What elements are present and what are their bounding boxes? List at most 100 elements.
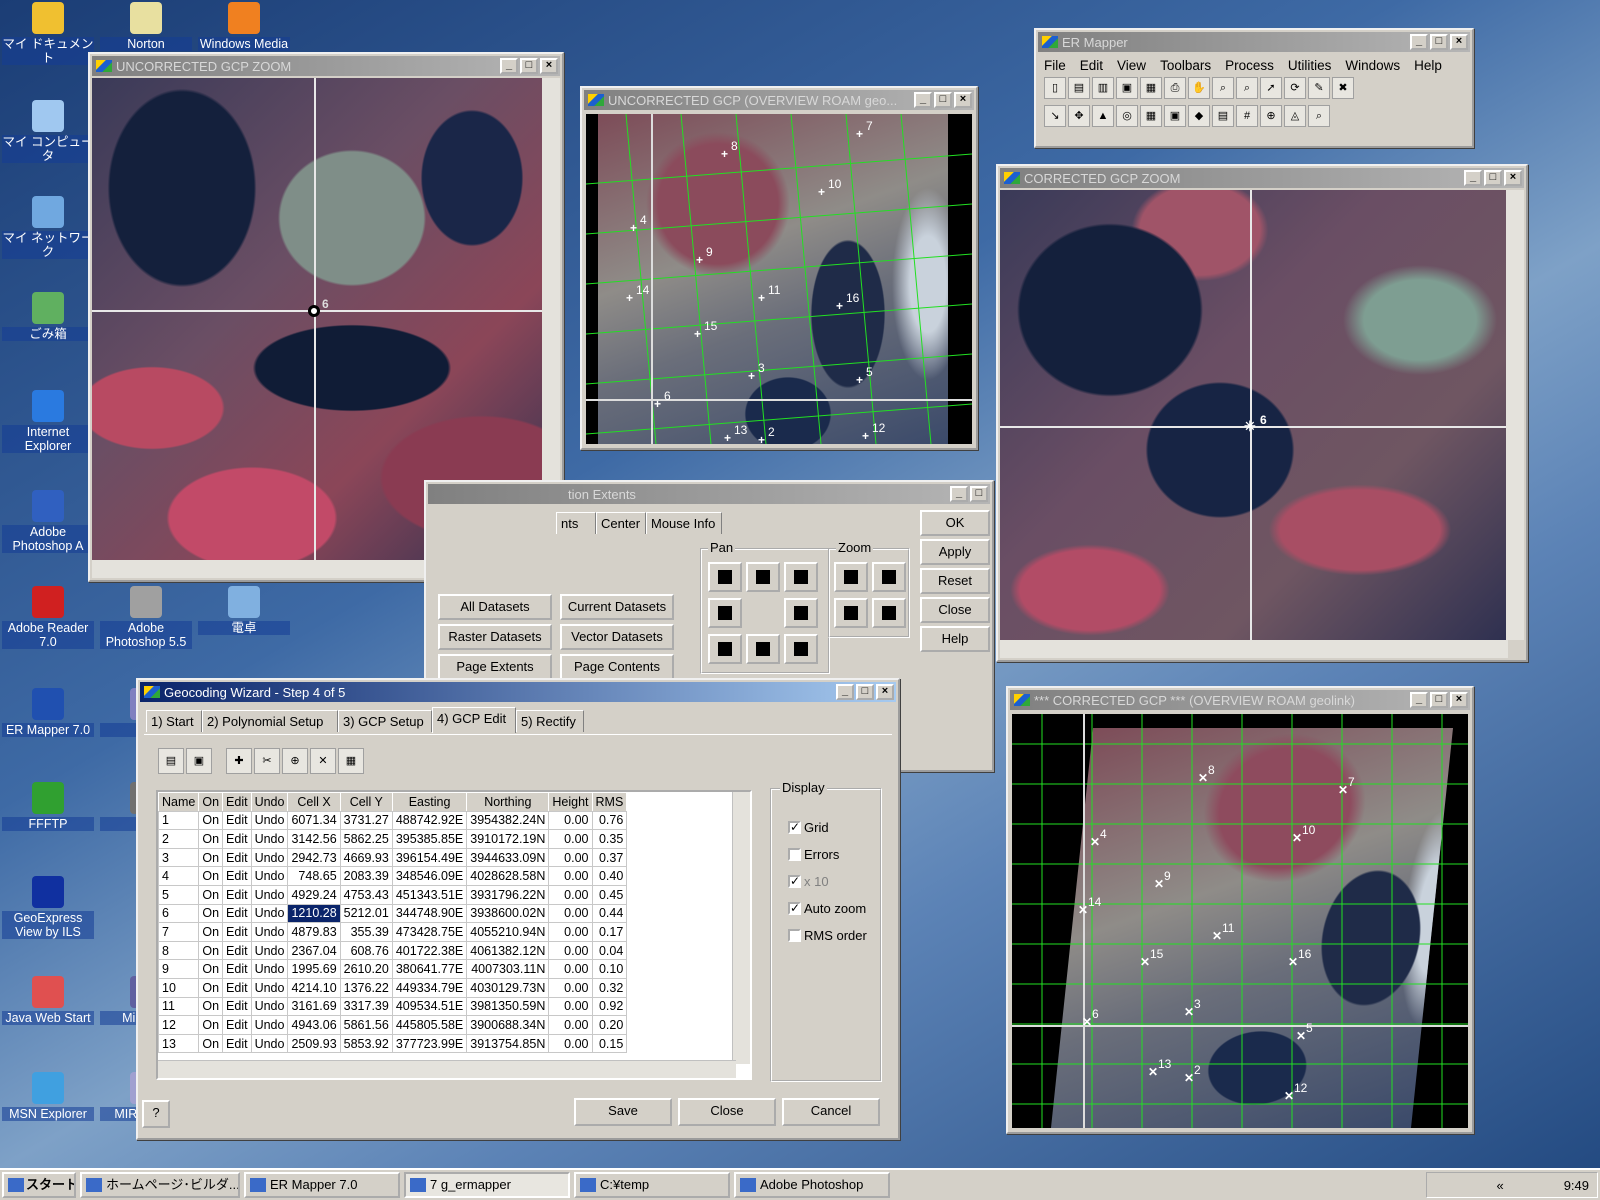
desktop-icon[interactable]: Adobe Photoshop 5.5: [100, 586, 192, 649]
toolbar-button[interactable]: ⌕: [1236, 77, 1258, 99]
column-header[interactable]: On: [198, 792, 224, 812]
table-cell[interactable]: 4214.10: [287, 977, 341, 998]
toolbar-button[interactable]: ⌕: [1308, 105, 1330, 127]
close-button[interactable]: ×: [1450, 692, 1468, 708]
table-row[interactable]: 5 On Edit Undo 4929.24 4753.43 451343.51E 39317…: [158, 884, 628, 905]
table-cell[interactable]: Undo: [250, 1033, 289, 1054]
maximize-button[interactable]: □: [856, 684, 874, 700]
taskbar-item[interactable]: C:¥temp: [574, 1172, 730, 1198]
desktop-icon[interactable]: ごみ箱: [2, 292, 94, 341]
table-cell[interactable]: 2509.93: [287, 1033, 341, 1054]
delete-gcp-icon[interactable]: ✂: [254, 748, 280, 774]
table-row[interactable]: 4 On Edit Undo 748.65 2083.39 348546.09E 402862…: [158, 866, 628, 886]
reset-button[interactable]: Reset: [920, 568, 990, 594]
table-row[interactable]: 6 On Edit Undo 1210.28 5212.01 344748.90E 39386…: [158, 903, 628, 924]
close-button[interactable]: Close: [920, 597, 990, 623]
minimize-button[interactable]: _: [500, 58, 518, 74]
table-cell[interactable]: Undo: [250, 884, 289, 905]
toolbar-button[interactable]: ⎙: [1164, 77, 1186, 99]
desktop-icon[interactable]: FFFTP: [2, 782, 94, 831]
minimize-button[interactable]: _: [1410, 34, 1428, 50]
gcp-marker[interactable]: +: [694, 328, 701, 340]
raster-datasets-button[interactable]: Raster Datasets: [438, 624, 552, 650]
zoom-fit-button[interactable]: [872, 598, 906, 628]
tab-center[interactable]: Center: [596, 512, 646, 534]
close-button[interactable]: ×: [954, 92, 972, 108]
vector-datasets-button[interactable]: Vector Datasets: [560, 624, 674, 650]
taskbar-item[interactable]: Adobe Photoshop: [734, 1172, 890, 1198]
table-cell[interactable]: On: [198, 847, 224, 868]
table-cell[interactable]: 355.39: [339, 922, 393, 942]
table-cell[interactable]: On: [198, 940, 224, 961]
table-cell[interactable]: 3161.69: [287, 996, 341, 1017]
gcp-marker[interactable]: +: [758, 434, 765, 444]
add-gcp-icon[interactable]: ✚: [226, 748, 252, 774]
tab-nts[interactable]: nts: [556, 512, 596, 534]
table-cell[interactable]: Edit: [222, 829, 252, 849]
table-row[interactable]: 2 On Edit Undo 3142.56 5862.25 395385.85E 39101…: [158, 829, 628, 849]
table-row[interactable]: 12 On Edit Undo 4943.06 5861.56 445805.58E 3900…: [158, 1015, 628, 1035]
table-cell[interactable]: 4669.93: [339, 847, 393, 868]
table-cell[interactable]: Edit: [222, 1015, 252, 1035]
gcp-marker[interactable]: +: [856, 374, 863, 386]
table-cell[interactable]: Undo: [250, 959, 289, 979]
toolbar-button[interactable]: ▦: [1140, 77, 1162, 99]
table-cell[interactable]: On: [198, 810, 224, 831]
table-cell[interactable]: Undo: [250, 940, 289, 961]
gcp-marker[interactable]: ✕: [1082, 1016, 1092, 1028]
close-button[interactable]: ×: [1504, 170, 1522, 186]
clear-icon[interactable]: ✕: [310, 748, 336, 774]
gcp-marker[interactable]: +: [748, 370, 755, 382]
table-cell[interactable]: On: [198, 922, 224, 942]
table-cell[interactable]: Edit: [222, 959, 252, 979]
table-cell[interactable]: Edit: [222, 922, 252, 942]
checkbox[interactable]: [788, 929, 801, 942]
wizard-tab-2[interactable]: 2) Polynomial Setup: [202, 710, 338, 732]
ermapper-main-window[interactable]: ER Mapper _ □ × File Edit View Toolbars Process…: [1034, 28, 1474, 148]
column-header[interactable]: Northing: [466, 792, 550, 812]
toolbar-button[interactable]: ◬: [1284, 105, 1306, 127]
vertical-scrollbar[interactable]: [1506, 190, 1524, 640]
pan-down-button[interactable]: [746, 634, 780, 664]
desktop-icon[interactable]: 電卓: [198, 586, 290, 635]
table-cell[interactable]: 1376.22: [339, 977, 393, 998]
desktop-icon[interactable]: マイ ネットワーク: [2, 196, 94, 259]
locate-gcp-icon[interactable]: ⊕: [282, 748, 308, 774]
table-cell[interactable]: Undo: [250, 847, 289, 868]
tab-mouse-info[interactable]: Mouse Info: [646, 512, 722, 534]
gcp-marker[interactable]: +: [630, 222, 637, 234]
toolbar-button[interactable]: ⊕: [1260, 105, 1282, 127]
gcp-marker[interactable]: ✕: [1078, 904, 1088, 916]
table-cell[interactable]: On: [198, 996, 224, 1017]
calculator-icon[interactable]: ▦: [338, 748, 364, 774]
table-cell[interactable]: 748.65: [287, 866, 341, 886]
page-extents-button[interactable]: Page Extents: [438, 654, 552, 680]
taskbar-item[interactable]: 7 g_ermapper: [404, 1172, 570, 1198]
pan-up-right-button[interactable]: [784, 562, 818, 592]
apply-button[interactable]: Apply: [920, 539, 990, 565]
toolbar-button[interactable]: ▣: [1164, 105, 1186, 127]
pan-up-button[interactable]: [746, 562, 780, 592]
toolbar-button[interactable]: ✖: [1332, 77, 1354, 99]
table-cell[interactable]: 4753.43: [339, 884, 393, 905]
table-row[interactable]: 11 On Edit Undo 3161.69 3317.39 409534.51E 3981…: [158, 996, 628, 1017]
gcp-marker[interactable]: ✕: [1140, 956, 1150, 968]
toolbar-button[interactable]: ▦: [1140, 105, 1162, 127]
open-icon[interactable]: ▤: [158, 748, 184, 774]
zoom-out-button[interactable]: [872, 562, 906, 592]
maximize-button[interactable]: □: [934, 92, 952, 108]
close-button[interactable]: ×: [876, 684, 894, 700]
column-header[interactable]: Cell X: [287, 792, 341, 812]
gcp-marker[interactable]: +: [856, 128, 863, 140]
table-cell[interactable]: Edit: [222, 847, 252, 868]
gcp-marker[interactable]: ✕: [1296, 1030, 1306, 1042]
table-horizontal-scrollbar[interactable]: [158, 1060, 736, 1078]
table-cell[interactable]: 5862.25: [339, 829, 393, 849]
table-cell[interactable]: 5853.92: [339, 1033, 393, 1054]
zoom-all-button[interactable]: [834, 598, 868, 628]
gcp-marker[interactable]: ✕: [1154, 878, 1164, 890]
horizontal-scrollbar[interactable]: [1000, 640, 1508, 658]
current-datasets-button[interactable]: Current Datasets: [560, 594, 674, 620]
table-cell[interactable]: On: [198, 903, 224, 924]
maximize-button[interactable]: □: [970, 486, 988, 502]
